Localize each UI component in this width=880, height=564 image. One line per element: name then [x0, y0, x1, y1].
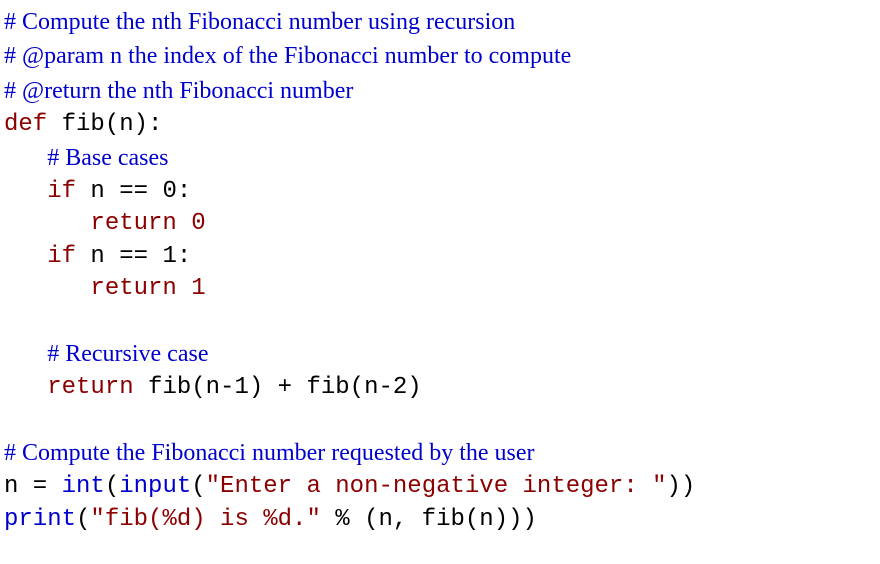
string-literal: "fib(%d) is %d."	[90, 506, 320, 533]
expression: fib(n-1) + fib(n-2)	[134, 374, 422, 401]
comment-line: # Compute the nth Fibonacci number using…	[4, 9, 515, 35]
function-signature: fib(n):	[47, 111, 162, 138]
builtin-input: input	[119, 473, 191, 500]
number-literal: 0	[191, 210, 205, 237]
comment-line: # Recursive case	[47, 341, 208, 367]
string-literal: "Enter a non-negative integer: "	[206, 473, 667, 500]
code-block: # Compute the nth Fibonacci number using…	[4, 6, 876, 536]
number-literal: 1	[191, 275, 205, 302]
condition: n == 1:	[76, 243, 191, 270]
comment-line: # @param n the index of the Fibonacci nu…	[4, 43, 571, 69]
keyword-if: if	[47, 178, 76, 205]
paren: (	[191, 473, 205, 500]
paren: ))	[667, 473, 696, 500]
keyword-if: if	[47, 243, 76, 270]
paren: (	[105, 473, 119, 500]
paren: (	[76, 506, 90, 533]
comment-line: # Base cases	[47, 145, 168, 171]
keyword-return: return	[90, 210, 176, 237]
assignment: n =	[4, 473, 62, 500]
space	[177, 210, 191, 237]
expression: % (n, fib(n)))	[321, 506, 537, 533]
condition: n == 0:	[76, 178, 191, 205]
comment-line: # Compute the Fibonacci number requested…	[4, 440, 535, 466]
comment-line: # @return the nth Fibonacci number	[4, 78, 353, 104]
builtin-print: print	[4, 506, 76, 533]
keyword-def: def	[4, 111, 47, 138]
builtin-int: int	[62, 473, 105, 500]
keyword-return: return	[90, 275, 176, 302]
keyword-return: return	[47, 374, 133, 401]
space	[177, 275, 191, 302]
